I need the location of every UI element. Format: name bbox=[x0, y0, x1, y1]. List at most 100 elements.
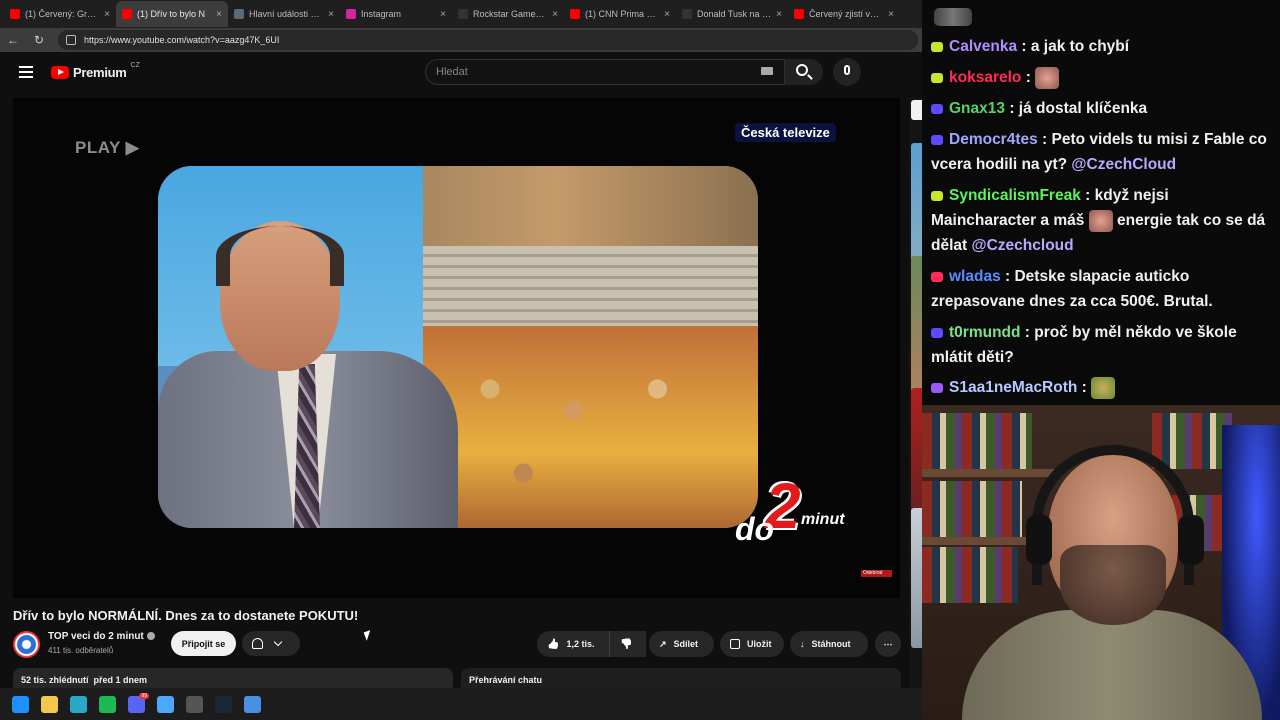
tab-close-icon[interactable]: × bbox=[776, 9, 782, 20]
browser-tab[interactable]: (1) CNN Prima NEWS × bbox=[564, 1, 676, 27]
browser-tab[interactable]: (1) Dřív to bylo N × bbox=[116, 1, 228, 27]
tab-close-icon[interactable]: × bbox=[216, 9, 222, 20]
address-bar[interactable]: https://www.youtube.com/watch?v=aazg47K_… bbox=[58, 30, 918, 50]
browser-tab[interactable]: Červený zjistí vážná × bbox=[788, 1, 900, 27]
upload-date: před 1 dnem bbox=[93, 675, 148, 685]
chat-username[interactable]: S1aa1neMacRoth bbox=[949, 379, 1077, 396]
url-text[interactable]: https://www.youtube.com/watch?v=aazg47K_… bbox=[84, 35, 279, 45]
more-actions-button[interactable]: ⋯ bbox=[875, 631, 901, 657]
chat-badge-icon bbox=[931, 103, 943, 114]
children-crowd bbox=[423, 326, 758, 528]
logo-do: do bbox=[735, 511, 775, 547]
thumbs-up-icon: 👍 bbox=[547, 638, 560, 650]
chat-mention[interactable]: @Czechcloud bbox=[972, 237, 1074, 254]
tab-favicon-icon bbox=[458, 9, 468, 19]
tab-title: Instagram bbox=[361, 9, 402, 19]
thumbs-down-icon: 👎 bbox=[620, 638, 633, 650]
tab-close-icon[interactable]: × bbox=[440, 9, 446, 20]
streamer-shirt bbox=[962, 610, 1262, 720]
browser-toolbar: ← ↻ https://www.youtube.com/watch?v=aazg… bbox=[0, 28, 922, 52]
chat-text: já dostal klíčenka bbox=[1018, 100, 1148, 117]
related-thumbnail[interactable] bbox=[911, 508, 922, 648]
tab-close-icon[interactable]: × bbox=[104, 9, 110, 20]
edge-browser-icon[interactable] bbox=[70, 695, 87, 713]
chat-badge-icon bbox=[931, 134, 943, 145]
youtube-premium-logo[interactable]: Premium CZ bbox=[51, 62, 140, 80]
site-info-icon[interactable] bbox=[66, 35, 76, 45]
related-thumbnail[interactable] bbox=[911, 100, 922, 120]
tab-close-icon[interactable]: × bbox=[664, 9, 670, 20]
browser-tab[interactable]: Hlavní události — ČT × bbox=[228, 1, 340, 27]
tab-title: Červený zjistí vážná bbox=[809, 9, 884, 19]
pepe-emote bbox=[1091, 376, 1116, 399]
bookshelf bbox=[922, 413, 1032, 469]
notification-button[interactable] bbox=[242, 631, 300, 656]
tab-close-icon[interactable]: × bbox=[328, 9, 334, 20]
chat-badge-icon bbox=[931, 327, 943, 338]
chat-username[interactable]: koksarelo bbox=[949, 69, 1021, 86]
voice-search-button[interactable] bbox=[833, 58, 861, 86]
discord-icon[interactable]: 99 bbox=[128, 692, 149, 713]
chat-message: Calvenka : a jak to chybí bbox=[931, 34, 1276, 59]
tab-close-icon[interactable]: × bbox=[888, 9, 894, 20]
tab-title: (1) CNN Prima NEWS bbox=[585, 9, 660, 19]
search-button[interactable] bbox=[785, 59, 823, 85]
reload-icon[interactable]: ↻ bbox=[32, 33, 46, 47]
download-button[interactable]: ↓ Stáhnout bbox=[790, 631, 868, 657]
tab-favicon-icon bbox=[570, 9, 580, 19]
chat-username[interactable]: Calvenka bbox=[949, 38, 1017, 55]
tab-favicon-icon bbox=[10, 9, 20, 19]
file-explorer-icon[interactable] bbox=[41, 695, 58, 713]
related-thumbnail[interactable] bbox=[911, 388, 922, 528]
windows-start-icon[interactable] bbox=[12, 695, 29, 713]
keyboard-icon[interactable] bbox=[761, 67, 773, 75]
app-icon[interactable] bbox=[244, 695, 261, 713]
tab-title: Rockstar Games na p bbox=[473, 9, 548, 19]
chat-username[interactable]: Gnax13 bbox=[949, 100, 1005, 117]
bookshelf bbox=[922, 469, 1062, 477]
back-icon[interactable]: ← bbox=[6, 33, 20, 47]
microphone-icon bbox=[844, 65, 850, 75]
more-icon: ⋯ bbox=[883, 638, 893, 649]
subscribe-watermark[interactable]: Odebírat bbox=[861, 570, 892, 577]
browser-tab[interactable]: Donald Tusk na plat × bbox=[676, 1, 788, 27]
download-icon: ↓ bbox=[800, 639, 805, 649]
chat-username[interactable]: wladas bbox=[949, 268, 1001, 285]
join-button[interactable]: Připojit se bbox=[171, 631, 236, 656]
channel-avatar[interactable] bbox=[13, 631, 40, 658]
tab-close-icon[interactable]: × bbox=[552, 9, 558, 20]
like-count: 1,2 tis. bbox=[566, 639, 595, 649]
spotify-icon[interactable] bbox=[99, 695, 116, 713]
chat-username[interactable]: Democr4tes bbox=[949, 131, 1038, 148]
save-button[interactable]: Uložit bbox=[720, 631, 784, 657]
steam-icon[interactable] bbox=[215, 695, 232, 713]
search-icon bbox=[796, 64, 808, 76]
brand-label: Premium bbox=[73, 65, 127, 80]
tab-favicon-icon bbox=[682, 9, 692, 19]
video-player[interactable]: PLAY ▶ Česká televize 2 do minut Odebíra… bbox=[13, 98, 900, 598]
chat-username[interactable]: t0rmundd bbox=[949, 324, 1020, 341]
browser-tab[interactable]: (1) Červený: Green D × bbox=[4, 1, 116, 27]
channel-name[interactable]: TOP veci do 2 minut bbox=[48, 631, 144, 642]
browser-tab[interactable]: Instagram × bbox=[340, 1, 452, 27]
dislike-button[interactable]: 👎 bbox=[609, 631, 642, 657]
browser-tab[interactable]: Rockstar Games na p × bbox=[452, 1, 564, 27]
chat-mention[interactable]: @CzechCloud bbox=[1071, 156, 1176, 173]
notepad-icon[interactable] bbox=[157, 695, 174, 713]
tab-title: (1) Dřív to bylo N bbox=[137, 9, 206, 19]
download-label: Stáhnout bbox=[811, 639, 851, 649]
region-code: CZ bbox=[130, 62, 140, 69]
obs-icon[interactable] bbox=[186, 695, 203, 713]
chat-username[interactable]: SyndicalismFreak bbox=[949, 187, 1081, 204]
hamburger-menu-icon[interactable] bbox=[19, 66, 33, 78]
chat-message: t0rmundd : proč by měl někdo ve škole ml… bbox=[931, 324, 1237, 366]
related-thumbnail[interactable] bbox=[911, 256, 922, 396]
share-button[interactable]: ↗ Sdílet bbox=[649, 631, 714, 657]
channel-name-row[interactable]: TOP veci do 2 minut bbox=[48, 631, 155, 642]
chat-message: SyndicalismFreak : když nejsi Maincharac… bbox=[931, 187, 1266, 254]
face-emote bbox=[1035, 66, 1060, 89]
chat-message: S1aa1neMacRoth : bbox=[931, 375, 1276, 400]
bell-icon bbox=[252, 638, 263, 649]
search-input[interactable]: Hledat bbox=[425, 59, 785, 85]
do-2-minut-logo: 2 do minut bbox=[733, 470, 863, 553]
